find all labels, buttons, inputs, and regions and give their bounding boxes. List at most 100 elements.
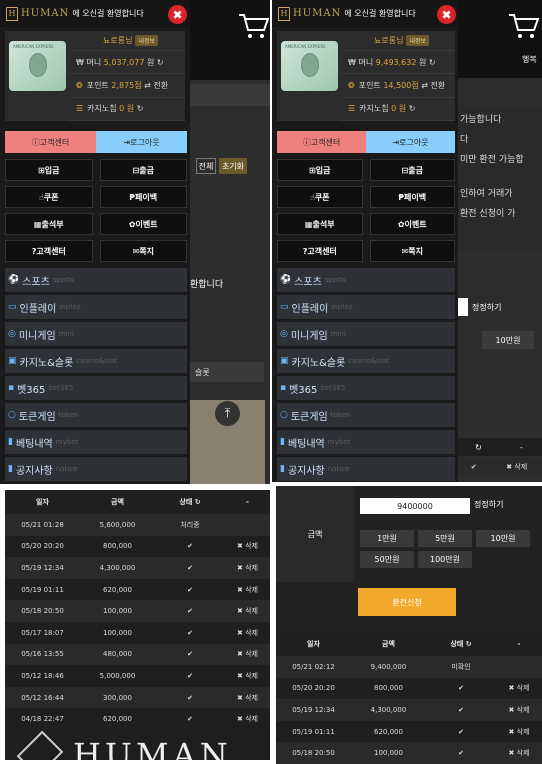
amount-btn-3[interactable]: 10만원 [476, 530, 530, 547]
cs-button[interactable]: ⓘ 고객센터 [277, 131, 366, 153]
cat-sports[interactable]: ⚽ 스포츠 sports [277, 268, 455, 292]
cat-notice[interactable]: ▮ 공지사항 notice [277, 457, 455, 481]
amount-btn-1[interactable]: 1만원 [360, 530, 414, 547]
cat-label: 스포츠 [294, 276, 322, 288]
help-button[interactable]: ? 고객센터 [277, 240, 363, 262]
amount-btn-4[interactable]: 50만원 [360, 551, 414, 568]
col-status[interactable]: 상태 ↻ [426, 639, 496, 649]
event-button[interactable]: ✿ 이벤트 [369, 213, 455, 235]
delete-button[interactable]: ✖ 삭제 [225, 714, 270, 724]
payback-button[interactable]: ₱ 페이백 [369, 186, 455, 208]
row-amount: 620,000 [103, 585, 132, 594]
payback-button[interactable]: ₱ 페이백 [99, 186, 187, 208]
convert-button[interactable]: ⇄ 전환 [144, 80, 168, 91]
delete-button[interactable]: ✖ 삭제 [496, 705, 542, 715]
row-status: ✔ [187, 650, 193, 659]
close-button[interactable]: ✖ [437, 5, 456, 24]
row-status: ✔ [187, 715, 193, 724]
cat-bet365[interactable]: ▪ 벳365 bet365 [277, 376, 455, 400]
delete-button[interactable]: ✖ 삭제 [225, 563, 270, 573]
delete-button[interactable]: ✖ 삭제 [225, 671, 270, 681]
refresh-icon[interactable]: ↻ [429, 58, 436, 67]
cat-inplay[interactable]: ▭ 인플레이 inplay [5, 295, 187, 319]
convert-label: 전환 [153, 80, 169, 90]
my-info-badge[interactable]: 내정보 [406, 34, 429, 46]
delete-button[interactable]: ✖ 삭제 [496, 748, 542, 758]
soccer-icon: ⚽ [280, 275, 292, 285]
cart-icon[interactable] [508, 12, 542, 40]
delete-button[interactable]: ✖ 삭제 [225, 693, 270, 703]
close-button[interactable]: ✖ [168, 5, 187, 24]
cat-label: 공지사항 [287, 465, 325, 477]
refresh-icon: ↻ [475, 442, 482, 452]
event-button[interactable]: ✿ 이벤트 [99, 213, 187, 235]
withdraw-button[interactable]: ⊟ 출금 [99, 159, 187, 181]
notice-line: 환전 신청이 가 [460, 209, 516, 219]
message-label: 쪽지 [408, 246, 423, 256]
cat-token[interactable]: ○ 토큰게임 token [277, 403, 455, 427]
coupon-button[interactable]: ☝ 쿠폰 [277, 186, 363, 208]
bg-happy-text: 행복 [522, 55, 537, 64]
delete-button[interactable]: ✖ 삭제 [225, 649, 270, 659]
footer-logo-area: HUMAN [5, 730, 270, 760]
deposit-button[interactable]: ⊞ 입금 [5, 159, 93, 181]
message-button[interactable]: ✉ 쪽지 [369, 240, 455, 262]
cart-icon[interactable] [238, 12, 270, 40]
deposit-button[interactable]: ⊞ 입금 [277, 159, 363, 181]
cat-mini[interactable]: ◎ 미니게임 mini [5, 322, 187, 346]
cat-mybet[interactable]: ▮ 베팅내역 mybet [5, 430, 187, 454]
row-amount: 9,400,000 [370, 662, 407, 671]
delete-button[interactable]: ✖ 삭제 [225, 585, 270, 595]
row-date: 05/19 12:34 [292, 705, 335, 714]
delete-button[interactable]: ✖ 삭제 [496, 683, 542, 693]
notice-line: 인하여 거래가 [460, 189, 513, 199]
row-amount: 800,000 [374, 684, 403, 693]
cat-inplay[interactable]: ▭ 인플레이 inplay [277, 295, 455, 319]
convert-button[interactable]: ⇄ 전환 [421, 80, 445, 91]
delete-button[interactable]: ✖ 삭제 [225, 628, 270, 638]
help-button[interactable]: ? 고객센터 [5, 240, 93, 262]
logout-button[interactable]: ⇥ 로그아웃 [366, 131, 455, 153]
amount-btn-2[interactable]: 5만원 [418, 530, 472, 547]
logout-button[interactable]: ⇥ 로그아웃 [96, 131, 187, 153]
cat-mini[interactable]: ◎ 미니게임 mini [277, 322, 455, 346]
scroll-top-button[interactable]: ⤒ [215, 401, 240, 426]
quick-grid: ⊞ 입금 ⊟ 출금 ☝ 쿠폰 ₱ 페이백 ▦ 출석부 ✿ 이벤트 ? 고객센터 … [5, 159, 187, 262]
dice-icon: ▣ [8, 356, 17, 366]
cat-notice[interactable]: ▮ 공지사항 notice [5, 457, 187, 481]
amount-input[interactable]: 9400000 [360, 498, 470, 514]
cat-token[interactable]: ○ 토큰게임 token [5, 403, 187, 427]
cat-label: 인플레이 [19, 303, 57, 315]
submit-withdraw-button[interactable]: 환전신청 [358, 588, 456, 616]
bg-slot-row: 슬롯 [190, 362, 264, 382]
cat-bet365[interactable]: ▪ 벳365 bet365 [5, 376, 187, 400]
delete-button[interactable]: ✖ 삭제 [225, 541, 270, 551]
row-date: 05/20 20:20 [21, 542, 64, 551]
delete-button[interactable]: ✖ 삭제 [496, 727, 542, 737]
col-status[interactable]: 상태 ↻ [155, 497, 225, 507]
table-row: 05/16 13:55 480,000 ✔ ✖ 삭제 [5, 643, 270, 666]
cat-casino[interactable]: ▣ 카지노&슬롯 casino&slot [277, 349, 455, 373]
filter-reset[interactable]: 초기화 [219, 158, 247, 174]
my-info-badge[interactable]: 내정보 [135, 34, 158, 46]
casino-row: ☰ 카지노칩 0 원 ↻ [342, 98, 455, 121]
cs-button[interactable]: ⓘ 고객센터 [5, 131, 96, 153]
coupon-button[interactable]: ☝ 쿠폰 [5, 186, 93, 208]
coupon-label: 쿠폰 [43, 192, 59, 202]
cat-casino[interactable]: ▣ 카지노&슬롯 casino&slot [5, 349, 187, 373]
withdraw-button[interactable]: ⊟ 출금 [369, 159, 455, 181]
amount-btn-5[interactable]: 100만원 [418, 551, 472, 568]
refresh-icon[interactable]: ↻ [409, 104, 416, 113]
profile-box: AMERICAN EXPRESS 뇨로롱님 내정보 ₩ 머니 9,493,632 … [277, 31, 455, 121]
refresh-icon[interactable]: ↻ [137, 104, 144, 113]
message-button[interactable]: ✉ 쪽지 [99, 240, 187, 262]
delete-button[interactable]: ✖ 삭제 [225, 606, 270, 616]
correct-button[interactable]: 정정하기 [474, 499, 503, 510]
filter-all[interactable]: 전체 [196, 158, 216, 174]
cat-mybet[interactable]: ▮ 베팅내역 mybet [277, 430, 455, 454]
cat-sports[interactable]: ⚽ 스포츠 sports [5, 268, 187, 292]
attendance-button[interactable]: ▦ 출석부 [5, 213, 93, 235]
row-amount: 100,000 [103, 607, 132, 616]
attendance-button[interactable]: ▦ 출석부 [277, 213, 363, 235]
refresh-icon[interactable]: ↻ [157, 58, 164, 67]
